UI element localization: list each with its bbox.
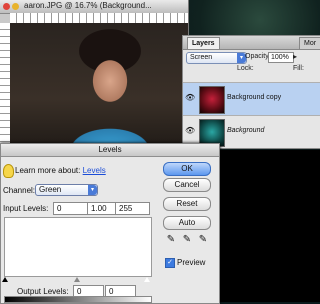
white-eyedropper-icon[interactable]: ✎	[197, 234, 209, 246]
layer-name: Background	[227, 127, 265, 134]
input-levels-label: Input Levels:	[3, 204, 49, 213]
opacity-input[interactable]: 100%	[268, 52, 294, 63]
channel-select[interactable]: Green ▾	[35, 184, 98, 196]
channel-label: Channel:	[3, 186, 36, 195]
gamma-slider[interactable]	[74, 277, 80, 282]
cancel-button[interactable]: Cancel	[163, 178, 211, 192]
histogram	[4, 217, 152, 277]
blend-mode-value: Screen	[190, 54, 213, 61]
input-white-field[interactable]: 255	[115, 202, 150, 215]
fill-label: Fill:	[293, 65, 304, 72]
layers-tab-bar: Layers Mor	[183, 36, 320, 50]
white-point-slider[interactable]	[144, 277, 150, 282]
document-window: aaron.JPG @ 16.7% (Background...	[0, 0, 189, 150]
layer-name: Background copy	[227, 94, 282, 101]
learn-more-text: Learn more about: Levels	[15, 166, 106, 175]
layer-row-background-copy[interactable]: 👁 Background copy	[183, 82, 320, 115]
dialog-title: Levels	[1, 144, 219, 157]
input-gamma-field[interactable]: 1.00	[87, 202, 116, 215]
tab-more[interactable]: Mor	[299, 37, 320, 49]
learn-more-label: Learn more about:	[15, 166, 81, 175]
levels-help-link[interactable]: Levels	[83, 166, 106, 175]
black-point-slider[interactable]	[2, 277, 8, 282]
document-title-bar[interactable]: aaron.JPG @ 16.7% (Background...	[0, 0, 188, 14]
black-eyedropper-icon[interactable]: ✎	[165, 234, 177, 246]
canvas-background	[218, 150, 320, 302]
blend-mode-select[interactable]: Screen ▾	[186, 52, 247, 64]
auto-button[interactable]: Auto	[163, 216, 211, 230]
tab-layers[interactable]: Layers	[187, 37, 220, 49]
lightbulb-icon	[3, 164, 14, 178]
preview-label: Preview	[177, 258, 206, 267]
layers-panel: Layers Mor Screen ▾ Opacity: 100% ▸ Lock…	[182, 35, 320, 149]
eye-icon[interactable]: 👁	[185, 93, 195, 103]
opacity-label: Opacity:	[245, 53, 271, 60]
photo-canvas[interactable]	[10, 23, 188, 150]
chevron-down-icon: ▾	[88, 185, 97, 195]
ok-button[interactable]: OK	[163, 162, 211, 176]
minimize-icon[interactable]	[12, 3, 19, 10]
close-icon[interactable]	[3, 3, 10, 10]
levels-dialog: Levels Learn more about: Levels Channel:…	[0, 143, 220, 304]
output-levels-label: Output Levels:	[17, 287, 69, 296]
channel-value: Green	[39, 185, 62, 194]
opacity-arrow-icon[interactable]: ▸	[293, 52, 297, 61]
preview-checkbox[interactable]: ✓	[165, 258, 175, 268]
gray-eyedropper-icon[interactable]: ✎	[181, 234, 193, 246]
layer-thumbnail	[199, 86, 225, 114]
lock-label: Lock:	[237, 65, 254, 72]
eye-icon[interactable]: 👁	[185, 126, 195, 136]
document-title: aaron.JPG @ 16.7% (Background...	[24, 1, 152, 10]
reset-button[interactable]: Reset	[163, 197, 211, 211]
input-black-field[interactable]: 0	[53, 202, 88, 215]
